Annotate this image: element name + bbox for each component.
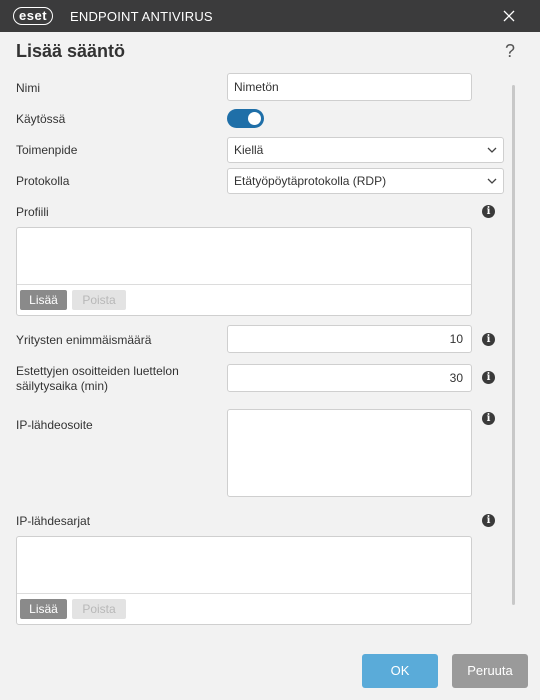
title-bar: eset ENDPOINT ANTIVIRUS (0, 0, 540, 32)
help-icon[interactable]: ? (505, 41, 515, 62)
info-icon[interactable]: i (482, 514, 495, 527)
action-label: Toimenpide (16, 143, 78, 157)
enabled-label: Käytössä (16, 112, 66, 126)
enabled-toggle[interactable] (227, 109, 264, 128)
name-input[interactable]: Nimetön (227, 73, 472, 101)
vertical-scrollbar[interactable] (512, 85, 515, 605)
close-icon[interactable] (498, 6, 520, 26)
source-ip-sets-toolbar: Lisää Poista (17, 593, 471, 624)
info-icon[interactable]: i (482, 371, 495, 384)
profile-remove-button[interactable]: Poista (72, 290, 126, 310)
protocol-value: Etätyöpöytäprotokolla (RDP) (234, 174, 387, 188)
retention-input[interactable]: 30 (227, 364, 472, 392)
retention-label: Estettyjen osoitteiden luettelon säilyty… (16, 364, 179, 393)
name-value: Nimetön (234, 80, 279, 94)
dialog-title: Lisää sääntö (16, 41, 126, 61)
toggle-knob (248, 112, 261, 125)
app-title: ENDPOINT ANTIVIRUS (70, 9, 213, 24)
chevron-down-icon (487, 178, 497, 184)
ok-button[interactable]: OK (362, 654, 438, 688)
profile-label: Profiili (16, 205, 49, 219)
chevron-down-icon (487, 147, 497, 153)
info-icon[interactable]: i (482, 205, 495, 218)
protocol-label: Protokolla (16, 174, 70, 188)
profile-add-button[interactable]: Lisää (20, 290, 67, 310)
source-ip-textarea[interactable] (227, 409, 472, 497)
source-ip-sets-list[interactable]: Lisää Poista (16, 536, 472, 625)
info-icon[interactable]: i (482, 333, 495, 346)
protocol-select[interactable]: Etätyöpöytäprotokolla (RDP) (227, 168, 504, 194)
retention-value: 30 (449, 371, 463, 385)
source-ip-sets-add-button[interactable]: Lisää (20, 599, 67, 619)
info-icon[interactable]: i (482, 412, 495, 425)
profile-list[interactable]: Lisää Poista (16, 227, 472, 316)
action-value: Kiellä (234, 143, 264, 157)
source-ip-sets-label: IP-lähdesarjat (16, 514, 91, 528)
max-attempts-input[interactable]: 10 (227, 325, 472, 353)
action-select[interactable]: Kiellä (227, 137, 504, 163)
name-label: Nimi (16, 81, 40, 95)
max-attempts-value: 10 (449, 332, 463, 346)
cancel-button[interactable]: Peruuta (452, 654, 528, 688)
source-ip-sets-remove-button[interactable]: Poista (72, 599, 126, 619)
eset-logo: eset (13, 7, 54, 25)
profile-list-toolbar: Lisää Poista (17, 284, 471, 315)
source-ip-label: IP-lähdeosoite (16, 418, 93, 432)
max-attempts-label: Yritysten enimmäismäärä (16, 333, 152, 347)
